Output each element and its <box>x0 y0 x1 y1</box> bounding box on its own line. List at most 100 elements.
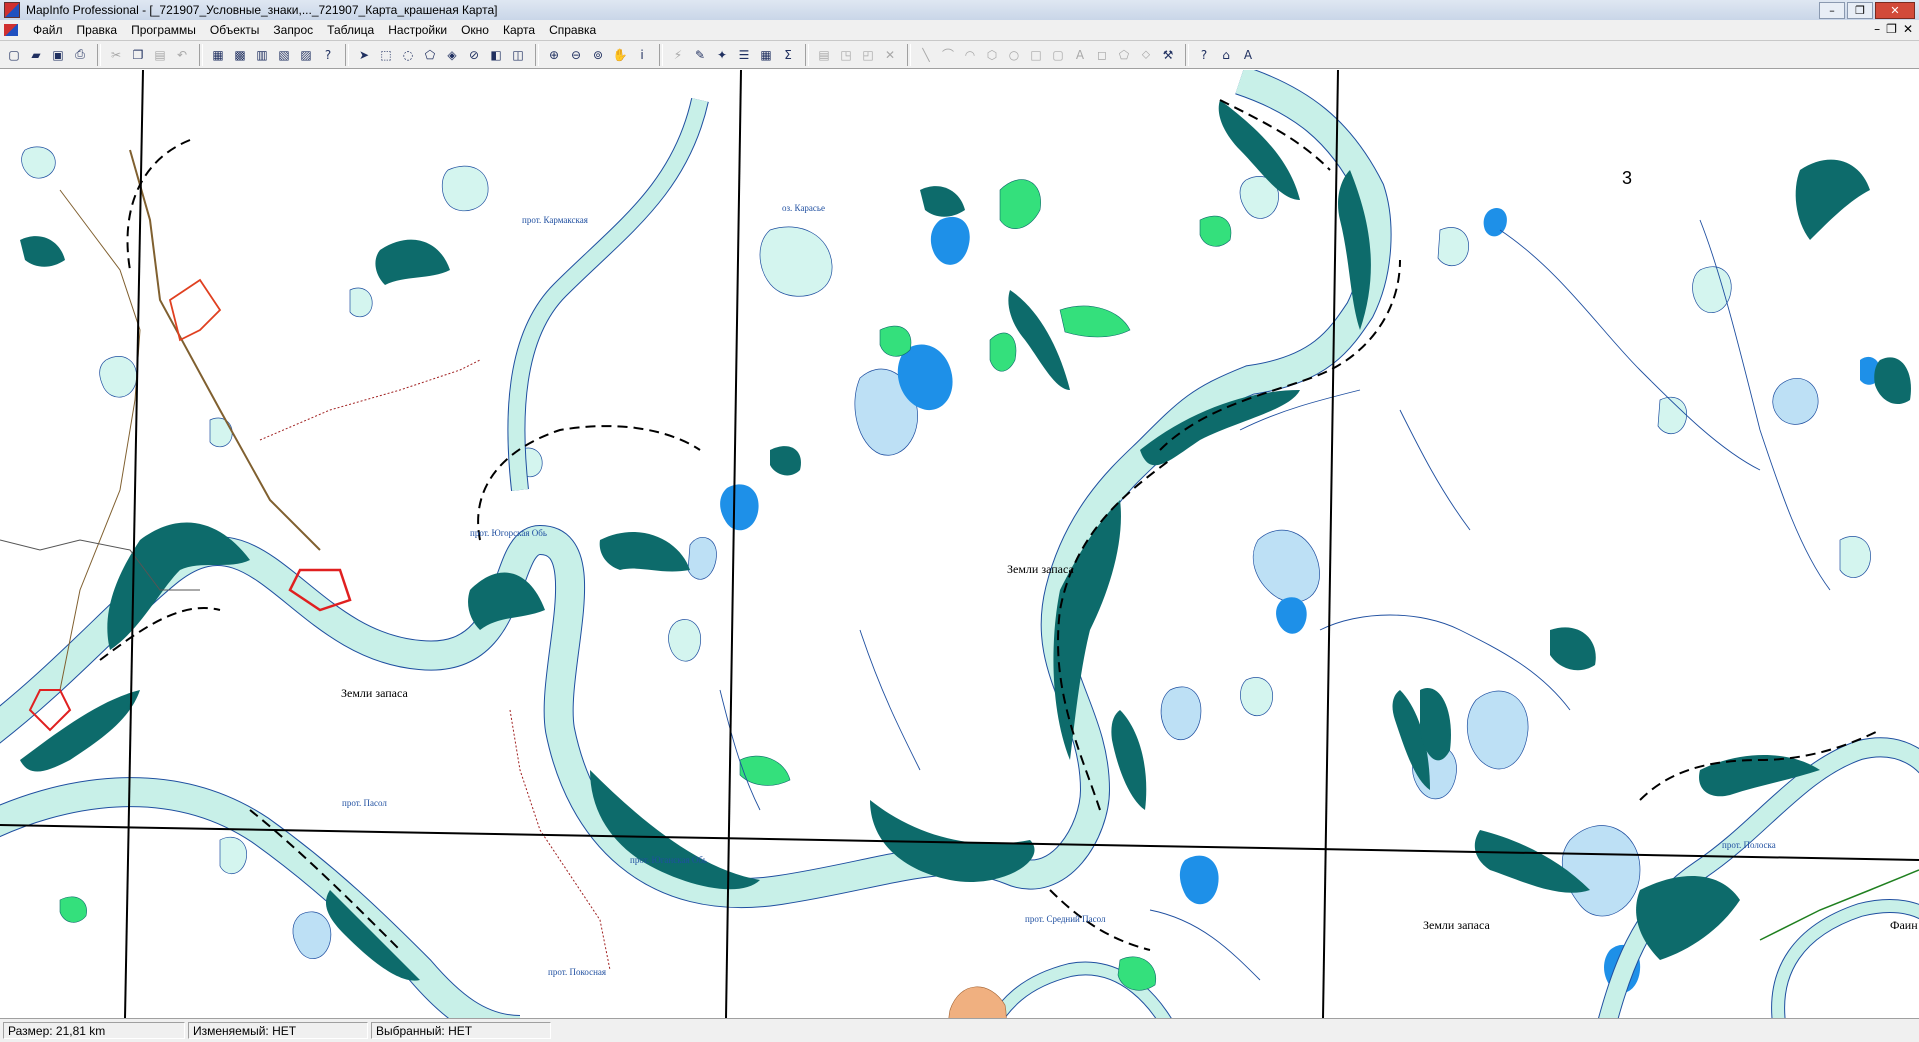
graph-select-button[interactable]: ◫ <box>508 45 528 65</box>
doc-minimize-button[interactable]: – <box>1874 22 1880 36</box>
restore-button[interactable]: ❐ <box>1847 2 1873 19</box>
window-title: MapInfo Professional - [_721907_Условные… <box>26 3 498 17</box>
grabber-button[interactable]: ✋ <box>610 45 630 65</box>
statistics-button[interactable]: Σ <box>778 45 798 65</box>
new-grapher-icon: ▥ <box>256 47 268 62</box>
status-editable[interactable]: Изменяемый: НЕТ <box>188 1022 368 1039</box>
menu-help[interactable]: Справка <box>542 23 603 37</box>
doc-restore-button[interactable]: ❐ <box>1886 22 1897 36</box>
doc-close-button[interactable]: ✕ <box>1903 22 1913 36</box>
polyline-button[interactable]: ⌒ <box>938 45 958 65</box>
radius-select-icon: ◌ <box>402 47 414 62</box>
title-bar[interactable]: MapInfo Professional - [_721907_Условные… <box>0 0 1919 20</box>
redistrict-button[interactable]: ▨ <box>296 45 316 65</box>
menu-edit[interactable]: Правка <box>70 23 125 37</box>
change-view-icon: ⊚ <box>592 47 604 62</box>
menu-tools[interactable]: Программы <box>124 23 203 37</box>
clip-region-button[interactable]: ◳ <box>836 45 856 65</box>
map-canvas[interactable] <box>0 70 1919 1018</box>
text-button[interactable]: A <box>1070 45 1090 65</box>
new-mapper-button[interactable]: ▩ <box>230 45 250 65</box>
setting-button[interactable]: ◰ <box>858 45 878 65</box>
change-view-button[interactable]: ⊚ <box>588 45 608 65</box>
radius-select-button[interactable]: ◌ <box>398 45 418 65</box>
open-icon: ▰ <box>31 47 41 62</box>
menu-map[interactable]: Карта <box>496 23 542 37</box>
region-style-button[interactable]: ⌂ <box>1216 45 1236 65</box>
save-icon: ▣ <box>52 47 64 62</box>
line-button[interactable]: ╲ <box>916 45 936 65</box>
boundary-select-button[interactable]: ◈ <box>442 45 462 65</box>
layer-control-button[interactable]: ☰ <box>734 45 754 65</box>
reshape-button[interactable]: ⬠ <box>1114 45 1134 65</box>
drag-map-icon: ✦ <box>716 47 728 62</box>
paste-icon: ▤ <box>154 47 166 62</box>
symbol-button[interactable]: ✕ <box>880 45 900 65</box>
cut-icon: ✂ <box>110 47 122 62</box>
polygon-select-button[interactable]: ⬠ <box>420 45 440 65</box>
new-browser-icon: ▦ <box>212 47 224 62</box>
legend-button[interactable]: ▤ <box>814 45 834 65</box>
select-icon: ➤ <box>358 47 370 62</box>
cut-button[interactable]: ✂ <box>106 45 126 65</box>
close-button[interactable]: ✕ <box>1875 2 1915 19</box>
menu-table[interactable]: Таблица <box>320 23 381 37</box>
undo-button[interactable]: ↶ <box>172 45 192 65</box>
label-icon: ✎ <box>694 47 706 62</box>
info-button[interactable]: i <box>632 45 652 65</box>
map-label-channel-3: прот. Юганская Обь <box>630 855 708 865</box>
symbol-icon: ✕ <box>884 47 896 62</box>
clip-region-icon: ◳ <box>840 47 852 62</box>
rounded-rect-icon: ▢ <box>1052 47 1064 62</box>
copy-button[interactable]: ❐ <box>128 45 148 65</box>
select-button[interactable]: ➤ <box>354 45 374 65</box>
menu-objects[interactable]: Объекты <box>203 23 267 37</box>
polyline-icon: ⌒ <box>941 48 954 62</box>
map-label-reserve-lands-right: Земли запаса <box>1423 918 1490 932</box>
document-icon[interactable] <box>4 24 18 36</box>
toolbar-separator <box>535 43 539 66</box>
save-button[interactable]: ▣ <box>48 45 68 65</box>
text-style-button[interactable]: A <box>1238 45 1258 65</box>
frame-button[interactable]: ◻ <box>1092 45 1112 65</box>
zoom-out-button[interactable]: ⊖ <box>566 45 586 65</box>
menu-file[interactable]: Файл <box>26 23 70 37</box>
add-node-button[interactable]: ⬦ <box>1136 45 1156 65</box>
drag-map-button[interactable]: ✦ <box>712 45 732 65</box>
line-style-button[interactable]: ? <box>1194 45 1214 65</box>
print-button[interactable]: ⎙ <box>70 45 90 65</box>
map-window[interactable]: Земли запаса Земли запаса Земли запаса Ф… <box>0 70 1919 1018</box>
window-controls: – ❐ ✕ <box>1819 2 1915 19</box>
new-browser-button[interactable]: ▦ <box>208 45 228 65</box>
polygon-button[interactable]: ⬡ <box>982 45 1002 65</box>
ellipse-button[interactable]: ○ <box>1004 45 1024 65</box>
open-button[interactable]: ▰ <box>26 45 46 65</box>
marquee-select-button[interactable]: ⬚ <box>376 45 396 65</box>
paste-button[interactable]: ▤ <box>150 45 170 65</box>
ruler-icon: ▦ <box>760 47 772 62</box>
mapinfo-app-icon <box>4 2 20 18</box>
help-button[interactable]: ? <box>318 45 338 65</box>
pointer-style-button[interactable]: ⚒ <box>1158 45 1178 65</box>
label-button[interactable]: ✎ <box>690 45 710 65</box>
status-size: Размер: 21,81 km <box>3 1022 185 1039</box>
rectangle-icon: □ <box>1030 47 1042 62</box>
zoom-in-button[interactable]: ⊕ <box>544 45 564 65</box>
map-label-channel-6: прот. Средний Пасол <box>1025 914 1106 924</box>
invert-selection-button[interactable]: ◧ <box>486 45 506 65</box>
minimize-button[interactable]: – <box>1819 2 1845 19</box>
hotlink-button[interactable]: ⚡ <box>668 45 688 65</box>
new-grapher-button[interactable]: ▥ <box>252 45 272 65</box>
rounded-rect-button[interactable]: ▢ <box>1048 45 1068 65</box>
map-label-reserve-lands-center: Земли запаса <box>1007 562 1074 576</box>
ruler-button[interactable]: ▦ <box>756 45 776 65</box>
info-icon: i <box>640 47 644 62</box>
menu-query[interactable]: Запрос <box>266 23 320 37</box>
rectangle-button[interactable]: □ <box>1026 45 1046 65</box>
new-layout-button[interactable]: ▧ <box>274 45 294 65</box>
new-table-button[interactable]: ▢ <box>4 45 24 65</box>
menu-options[interactable]: Настройки <box>381 23 454 37</box>
arc-button[interactable]: ◠ <box>960 45 980 65</box>
unselect-button[interactable]: ⊘ <box>464 45 484 65</box>
menu-window[interactable]: Окно <box>454 23 496 37</box>
